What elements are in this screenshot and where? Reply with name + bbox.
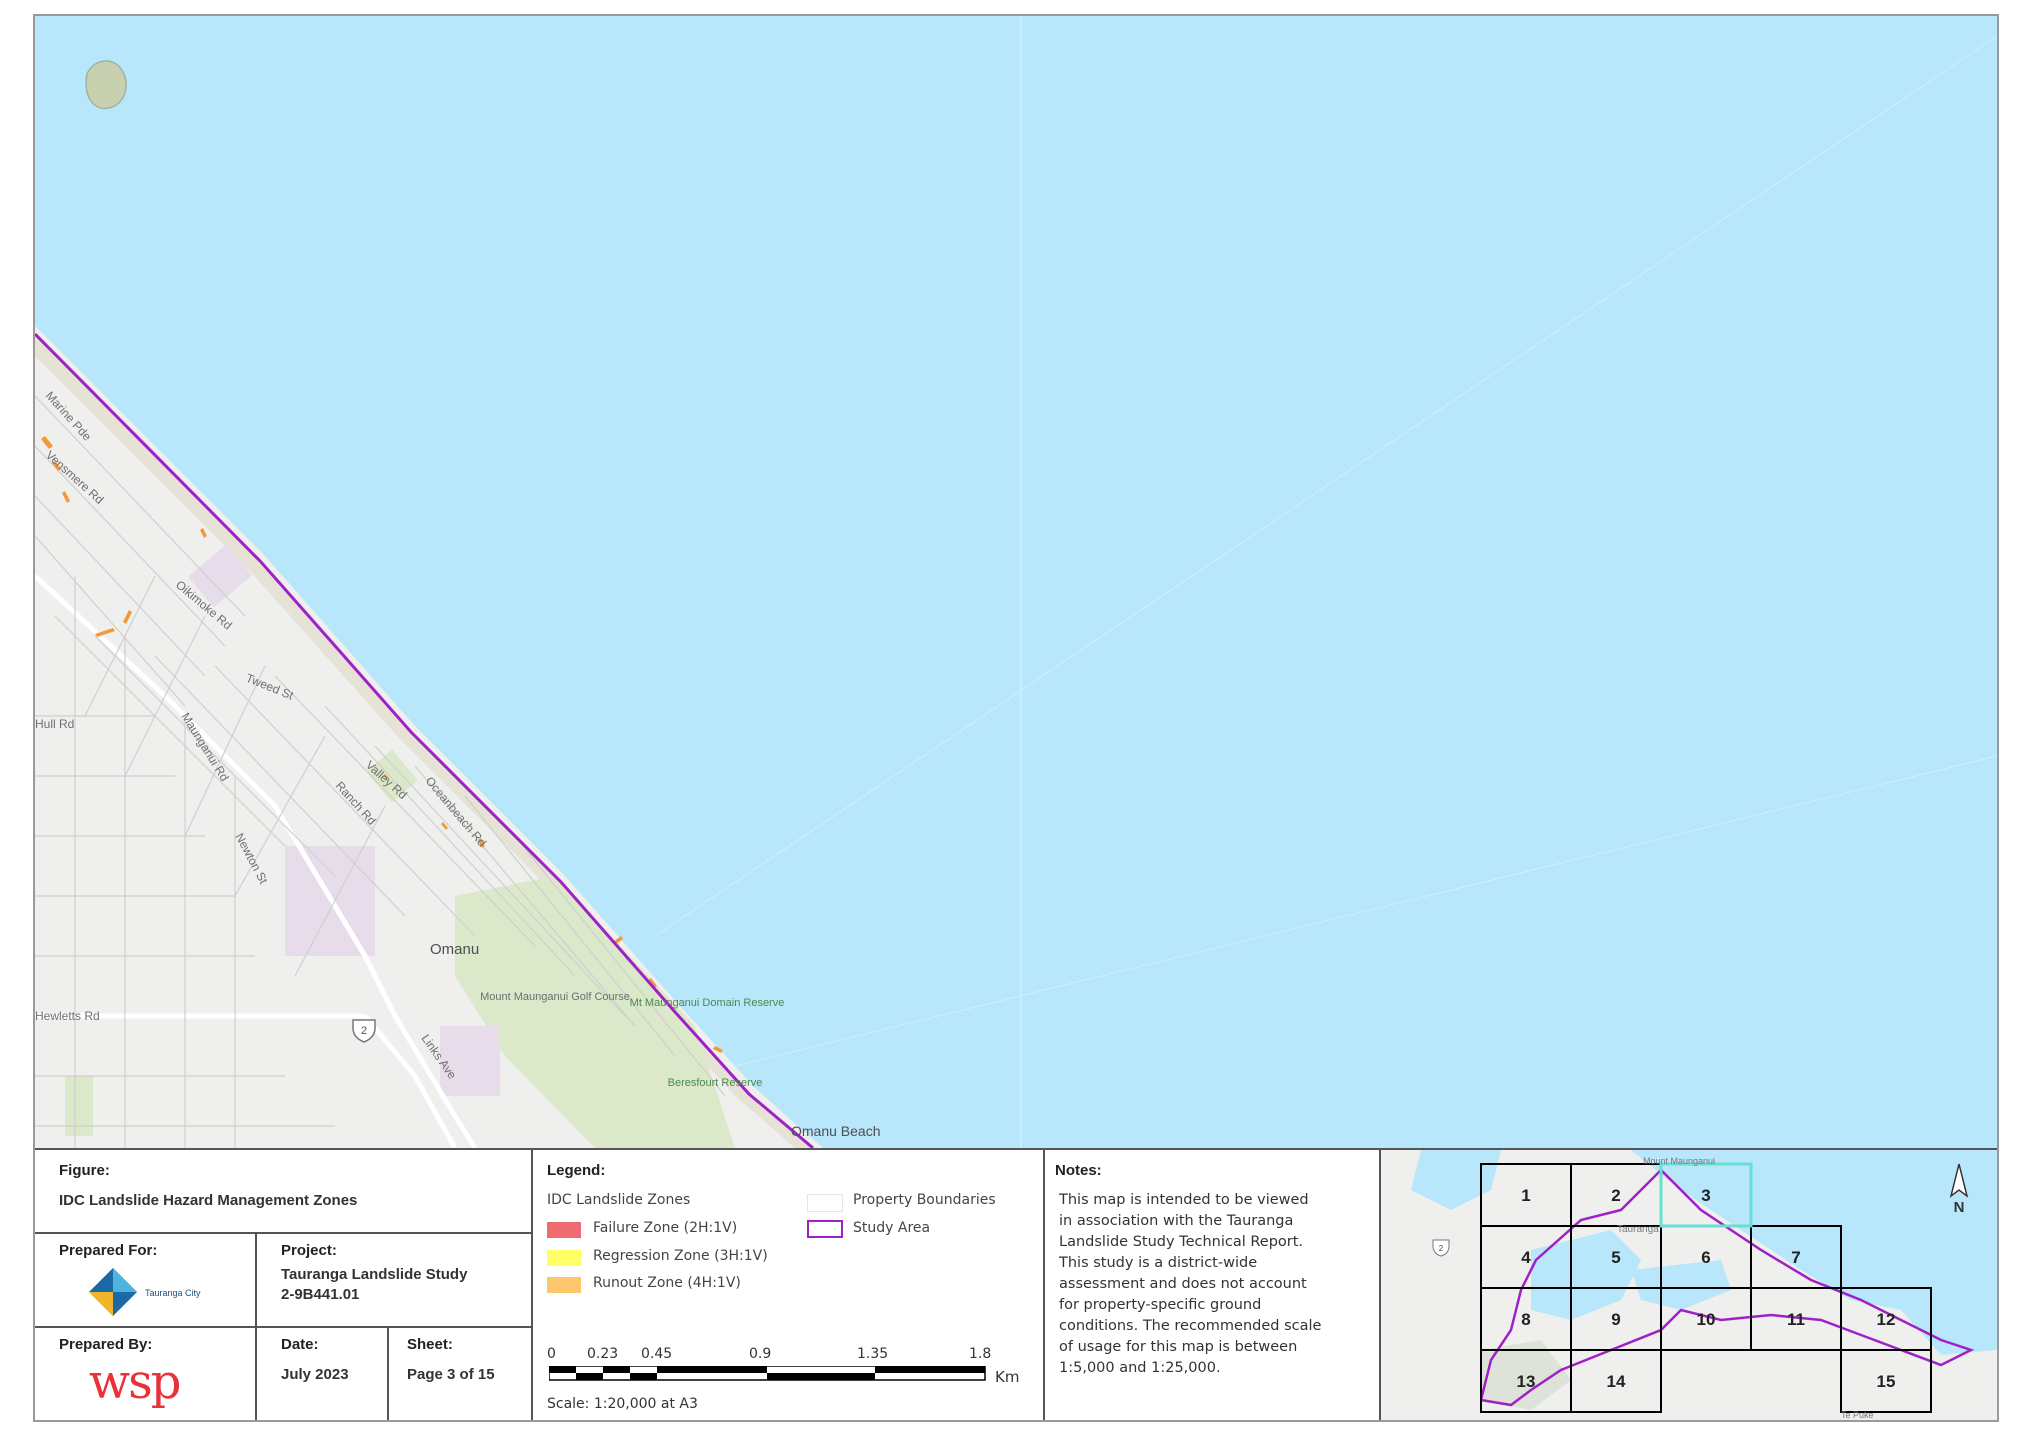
scale-bar	[549, 1366, 986, 1381]
tauranga-city-logo: Tauranga City	[89, 1268, 201, 1316]
sheet-label-5: 5	[1611, 1248, 1620, 1267]
index-label-tauranga: Tauranga	[1617, 1224, 1659, 1235]
figure-cell: Figure: IDC Landslide Hazard Management …	[35, 1150, 533, 1234]
index-label-te-puke: Te Puke	[1841, 1410, 1874, 1420]
sheet-label-6: 6	[1701, 1248, 1710, 1267]
sheet-label-15: 15	[1877, 1372, 1896, 1391]
project-name: Tauranga Landslide Study	[281, 1266, 468, 1283]
sheet-label-3: 3	[1701, 1186, 1710, 1205]
date-value: July 2023	[281, 1366, 349, 1383]
date-label: Date:	[281, 1336, 319, 1353]
scale-tick-1: 0.23	[587, 1346, 619, 1362]
scale-unit: Km	[995, 1368, 1020, 1386]
scale-tick-5: 1.8	[969, 1346, 992, 1362]
park-label-golf-course: Mount Maunganui Golf Course	[480, 991, 630, 1003]
sheet-label-2: 2	[1611, 1186, 1620, 1205]
legend-swatch-regression	[547, 1250, 581, 1266]
notes-title: Notes:	[1055, 1162, 1102, 1179]
info-panel: Figure: IDC Landslide Hazard Management …	[35, 1148, 1997, 1422]
legend-label-failure: Failure Zone (2H:1V)	[593, 1220, 738, 1236]
index-label-mount: Mount Maunganui	[1643, 1156, 1715, 1166]
project-label: Project:	[281, 1242, 337, 1259]
notes-body: This map is intended to be viewed in ass…	[1059, 1192, 1322, 1376]
north-arrow-label: N	[1954, 1199, 1965, 1216]
prepared-by-label: Prepared By:	[59, 1336, 153, 1353]
scale-tick-4: 1.35	[857, 1346, 889, 1362]
sheet-label-1: 1	[1521, 1186, 1530, 1205]
legend-swatch-property-boundaries	[807, 1194, 843, 1212]
figure-label: Figure:	[59, 1162, 110, 1179]
scale-text: Scale: 1:20,000 at A3	[547, 1396, 698, 1412]
svg-text:2: 2	[1439, 1244, 1444, 1253]
date-cell: Date: July 2023	[257, 1328, 389, 1420]
prepared-by-cell: Prepared By: wsp	[35, 1328, 257, 1420]
legend-label-runout: Runout Zone (4H:1V)	[593, 1275, 741, 1291]
park-label-beresfourt-reserve: Beresfourt Reserve	[668, 1077, 763, 1089]
sheet-cell: Sheet: Page 3 of 15	[389, 1328, 533, 1420]
legend-label-property-boundaries: Property Boundaries	[853, 1192, 996, 1208]
scale-tick-0: 0	[547, 1346, 556, 1362]
index-highway-shield-icon: 2	[1432, 1239, 1450, 1257]
island	[85, 60, 127, 110]
sheet-label-4: 4	[1521, 1248, 1531, 1267]
sheet-label-9: 9	[1611, 1310, 1620, 1329]
prepared-for-cell: Prepared For: Tauranga City	[35, 1234, 257, 1328]
prepared-for-label: Prepared For:	[59, 1242, 158, 1259]
legend-title: Legend:	[547, 1162, 606, 1179]
road-label-hull-rd: Hull Rd	[35, 717, 74, 731]
sheet-label-12: 12	[1877, 1310, 1896, 1329]
legend-swatch-runout	[547, 1277, 581, 1293]
sheet-label-13: 13	[1517, 1372, 1536, 1391]
sheet-label-14: 14	[1607, 1372, 1626, 1391]
place-label-omanu: Omanu	[430, 941, 479, 958]
map-frame: Marine Pde Vensmere Rd Oikimoke Rd Tweed…	[33, 14, 1999, 1422]
project-cell: Project: Tauranga Landslide Study 2-9B44…	[257, 1234, 533, 1328]
sheet-label: Sheet:	[407, 1336, 453, 1353]
legend-cell: Legend: IDC Landslide Zones Failure Zone…	[533, 1150, 1045, 1420]
legend-group-title: IDC Landslide Zones	[547, 1192, 691, 1208]
park-label-domain-reserve: Mt Maunganui Domain Reserve	[630, 997, 785, 1009]
notes-cell: Notes: This map is intended to be viewed…	[1045, 1150, 1381, 1420]
main-map[interactable]: Marine Pde Vensmere Rd Oikimoke Rd Tweed…	[35, 16, 1997, 1148]
scale-tick-3: 0.9	[749, 1346, 772, 1362]
sheet-label-11: 11	[1787, 1310, 1805, 1329]
legend-swatch-study-area	[807, 1220, 843, 1238]
svg-text:Tauranga City: Tauranga City	[145, 1288, 201, 1298]
highway-shield-label: 2	[361, 1025, 367, 1037]
road-label-hewletts-rd: Hewletts Rd	[35, 1009, 100, 1023]
sheet-label-7: 7	[1791, 1248, 1800, 1267]
index-map[interactable]: 1 2 3 4 5 6 7 8 9 10 11 12 13 14 15 Moun…	[1381, 1150, 1997, 1422]
figure-title: IDC Landslide Hazard Management Zones	[59, 1192, 358, 1209]
project-number: 2-9B441.01	[281, 1286, 360, 1303]
legend-label-study-area: Study Area	[853, 1220, 931, 1236]
legend-label-regression: Regression Zone (3H:1V)	[593, 1248, 768, 1264]
wsp-logo: wsp	[89, 1354, 181, 1410]
place-label-omanu-beach: Omanu Beach	[791, 1123, 881, 1139]
sheet-label-8: 8	[1521, 1310, 1530, 1329]
legend-swatch-failure	[547, 1222, 581, 1238]
scale-tick-2: 0.45	[641, 1346, 673, 1362]
index-map-cell: 1 2 3 4 5 6 7 8 9 10 11 12 13 14 15 Moun…	[1381, 1150, 1997, 1422]
sheet-label-10: 10	[1697, 1310, 1716, 1329]
sheet-value: Page 3 of 15	[407, 1366, 495, 1383]
